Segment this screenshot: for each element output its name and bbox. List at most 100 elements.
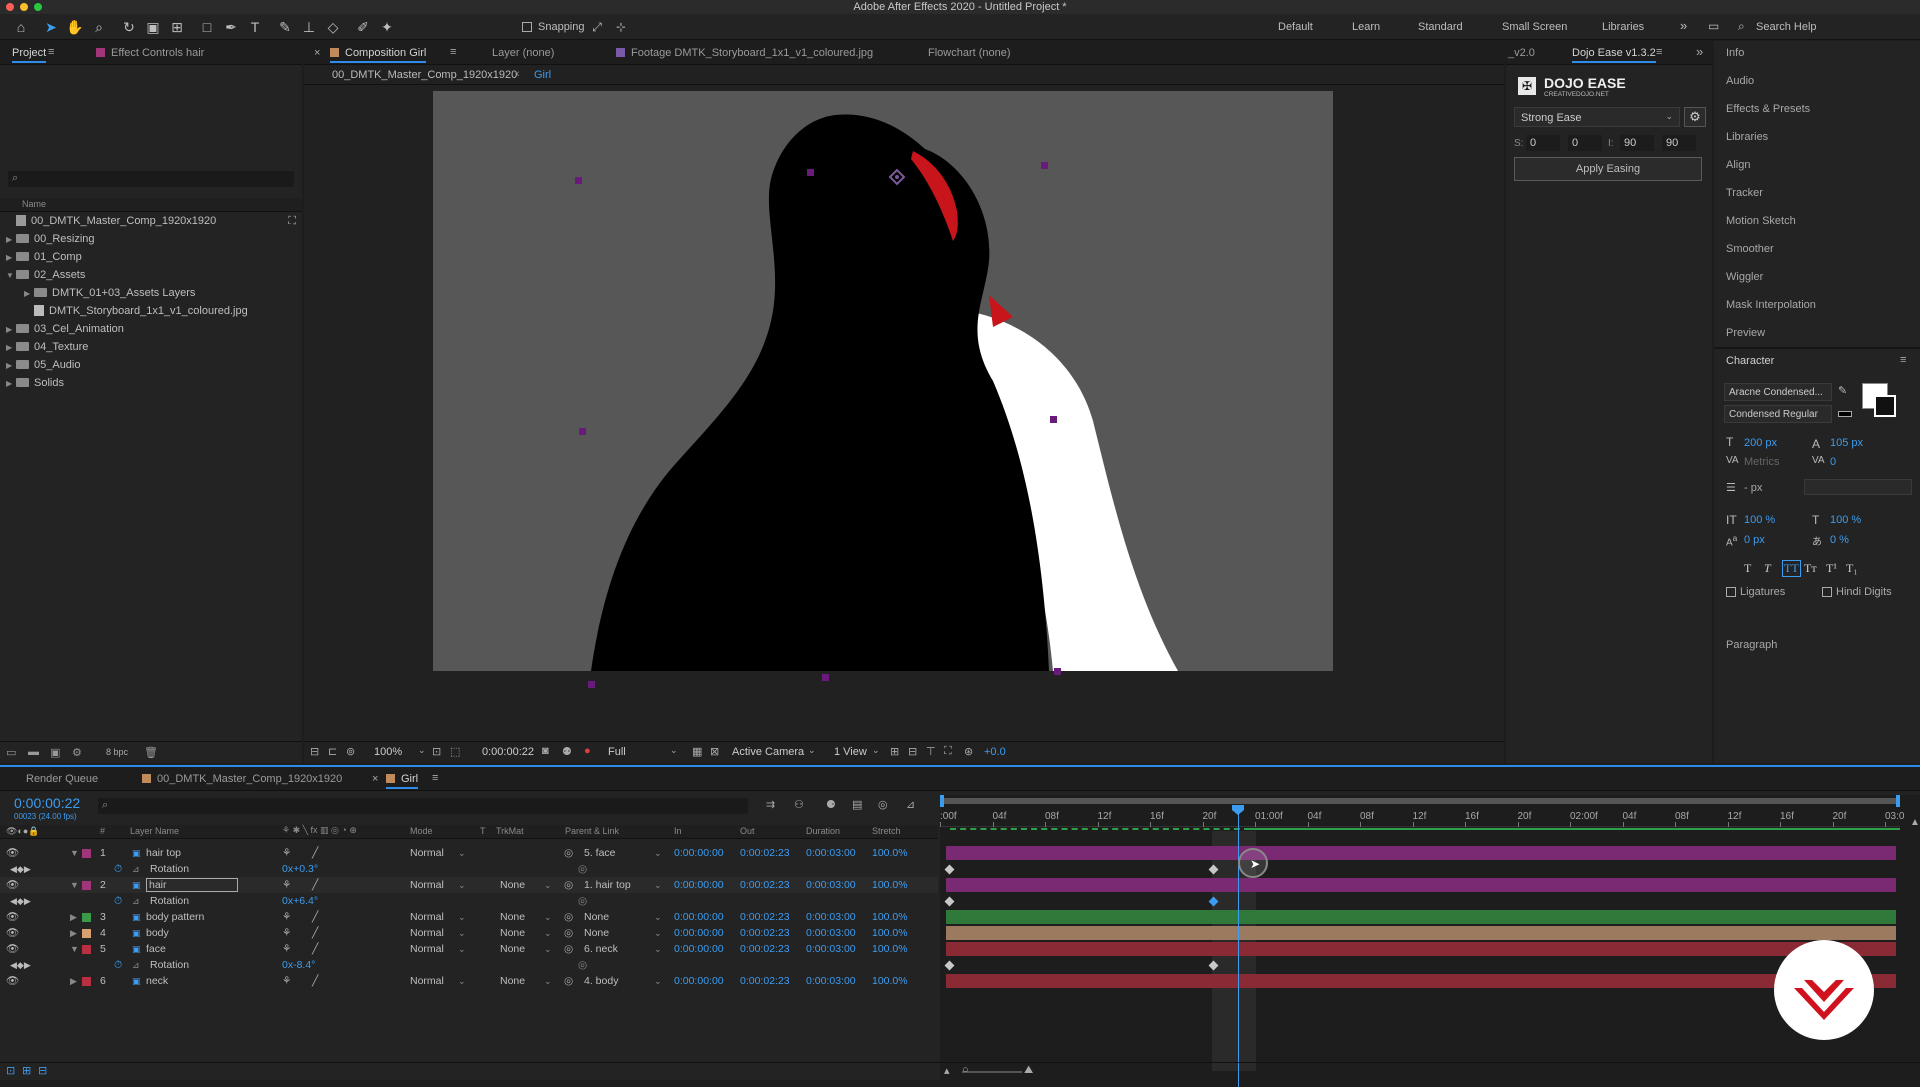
trkmat-dropdown[interactable]: None	[500, 941, 525, 957]
project-item-resizing[interactable]: ▶ 00_Resizing	[6, 231, 95, 248]
stroke-style-dropdown[interactable]	[1804, 479, 1912, 495]
camera-tool-icon[interactable]: ▣	[144, 18, 162, 36]
tab-master-comp[interactable]: 00_DMTK_Master_Comp_1920x1920	[142, 773, 342, 785]
tab-girl[interactable]: Girl	[386, 773, 419, 789]
current-time[interactable]: 0:00:00:22	[14, 795, 80, 811]
layer-row[interactable]: 👁 ▼ 1 ▣ hair top ⚘ ╱ Normal ⌄ ◎ 5. face ⌄ 0:00:00:00…	[0, 845, 938, 861]
tab-project[interactable]: Project	[12, 47, 47, 63]
property-value[interactable]: 0x-8.4°	[282, 957, 315, 973]
layer-duration-bar[interactable]	[946, 846, 1896, 860]
camera-dropdown[interactable]: Active Camera	[732, 746, 804, 758]
panel-align[interactable]: Align	[1726, 159, 1750, 171]
panel-character-title[interactable]: Character	[1726, 355, 1774, 367]
graph-icon[interactable]: ⊿	[132, 957, 140, 973]
layer-out-point[interactable]: 0:00:02:23	[740, 925, 790, 941]
project-item-assets-layers[interactable]: ▶ DMTK_01+03_Assets Layers	[24, 285, 195, 302]
trkmat-dropdown[interactable]: None	[500, 925, 525, 941]
panel-info[interactable]: Info	[1726, 47, 1744, 59]
settings-gear-icon[interactable]: ⚙	[1684, 107, 1706, 127]
property-value[interactable]: 0x+6.4°	[282, 893, 318, 909]
workspaces-overflow-icon[interactable]: »	[1680, 18, 1687, 33]
mask-vertex[interactable]	[1050, 416, 1057, 423]
toggle-switches-icon[interactable]: ⊡	[6, 1064, 15, 1077]
layer-in-point[interactable]: 0:00:00:00	[674, 973, 724, 989]
mask-vertex[interactable]	[575, 177, 582, 184]
type-tool-icon[interactable]: T	[246, 18, 264, 36]
views-dropdown[interactable]: 1 View	[834, 746, 867, 758]
toggle-pixel-aspect-icon[interactable]: ⊞	[890, 745, 899, 758]
parent-pickwhip-icon[interactable]: ◎	[564, 877, 573, 893]
column-parent[interactable]: Parent & Link	[565, 826, 619, 836]
expand-layer-icon[interactable]: ▼	[70, 877, 79, 893]
bit-depth-button[interactable]: 8 bpc	[106, 747, 128, 757]
stroke-color-swatch[interactable]	[1874, 395, 1896, 417]
black-swatch[interactable]	[1838, 411, 1852, 417]
tab-dojo-ease[interactable]: Dojo Ease v1.3.2	[1572, 47, 1656, 63]
hindi-digits-checkbox[interactable]	[1822, 587, 1832, 597]
stroke-width-value[interactable]: - px	[1744, 482, 1762, 494]
layer-stretch[interactable]: 100.0%	[872, 909, 908, 925]
layer-name[interactable]: body	[146, 925, 169, 941]
mask-vertex[interactable]	[579, 428, 586, 435]
layer-color-label[interactable]	[82, 977, 91, 986]
quality-switch-icon[interactable]: ╱	[312, 925, 318, 941]
trkmat-dropdown[interactable]: None	[500, 973, 525, 989]
project-menu-icon[interactable]: ≡	[48, 46, 54, 58]
layer-in-point[interactable]: 0:00:00:00	[674, 909, 724, 925]
expression-pickwhip-icon[interactable]: ◎	[578, 893, 587, 909]
tab-previous-plugin[interactable]: _v2.0	[1508, 47, 1535, 59]
visibility-eye-icon[interactable]: 👁	[6, 973, 19, 989]
column-mode[interactable]: Mode	[410, 826, 433, 836]
hide-shy-layers-icon[interactable]: ⚈	[826, 798, 836, 811]
breadcrumb-current[interactable]: Girl	[534, 69, 551, 81]
column-in[interactable]: In	[674, 826, 682, 836]
expand-layer-icon[interactable]: ▼	[70, 845, 79, 861]
parent-pickwhip-icon[interactable]: ◎	[564, 909, 573, 925]
mask-vertex[interactable]	[807, 169, 814, 176]
vertical-scale-value[interactable]: 100 %	[1744, 514, 1775, 526]
tab-composition-girl[interactable]: Composition Girl	[330, 47, 427, 63]
dojo-menu-icon[interactable]: ≡	[1656, 46, 1662, 58]
work-area-range[interactable]	[940, 798, 1900, 804]
graph-editor-icon[interactable]: ⊿	[906, 798, 915, 811]
layer-stretch[interactable]: 100.0%	[872, 877, 908, 893]
project-item-solids[interactable]: ▶ Solids	[6, 375, 64, 392]
selection-tool-icon[interactable]: ➤	[42, 18, 60, 36]
visibility-eye-icon[interactable]: 👁	[6, 877, 19, 893]
expand-layer-icon[interactable]: ▶	[70, 909, 77, 925]
layer-duration[interactable]: 0:00:03:00	[806, 909, 856, 925]
minimize-window-icon[interactable]	[20, 3, 28, 11]
mask-vertex[interactable]	[588, 681, 595, 688]
shy-switch-icon[interactable]: ⚘	[282, 925, 291, 941]
mask-vertex[interactable]	[1054, 668, 1061, 675]
zoom-slider-knob[interactable]: ○	[962, 1064, 969, 1076]
layer-in-point[interactable]: 0:00:00:00	[674, 941, 724, 957]
stopwatch-icon[interactable]: ⏱	[114, 893, 122, 909]
layer-stretch[interactable]: 100.0%	[872, 845, 908, 861]
workspace-learn[interactable]: Learn	[1352, 21, 1380, 33]
close-tab-icon[interactable]: ×	[372, 773, 378, 785]
timeline-icon[interactable]: ⊤	[926, 745, 936, 758]
column-stretch[interactable]: Stretch	[872, 826, 901, 836]
blend-mode-dropdown[interactable]: Normal	[410, 877, 444, 893]
apply-easing-button[interactable]: Apply Easing	[1514, 157, 1702, 181]
channel-color-icon[interactable]: ●	[584, 745, 591, 757]
layer-name[interactable]: hair top	[146, 845, 181, 861]
column-duration[interactable]: Duration	[806, 826, 840, 836]
comp-flowchart-icon[interactable]: ⇉	[766, 798, 775, 811]
fast-preview-icon[interactable]: ▦	[692, 745, 702, 758]
speed-out-input[interactable]: 0	[1526, 135, 1560, 151]
project-item-comp-folder[interactable]: ▶ 01_Comp	[6, 249, 82, 266]
home-icon[interactable]: ⌂	[12, 18, 30, 36]
fast-previews-icon[interactable]: ⊟	[908, 745, 917, 758]
project-item-master-comp[interactable]: 00_DMTK_Master_Comp_1920x1920 ⛶	[6, 213, 296, 230]
snap-option-icon[interactable]: ⤢	[588, 18, 606, 36]
layer-duration-bar[interactable]	[946, 878, 1896, 892]
column-num[interactable]: #	[100, 826, 105, 836]
close-tab-icon[interactable]: ×	[314, 47, 320, 59]
expand-layer-icon[interactable]: ▶	[70, 973, 77, 989]
grid-guide-icon[interactable]: ⊡	[432, 745, 441, 758]
panel-paragraph[interactable]: Paragraph	[1726, 639, 1777, 651]
expand-layer-icon[interactable]: ▼	[70, 941, 79, 957]
work-area-bar[interactable]	[940, 795, 1900, 807]
